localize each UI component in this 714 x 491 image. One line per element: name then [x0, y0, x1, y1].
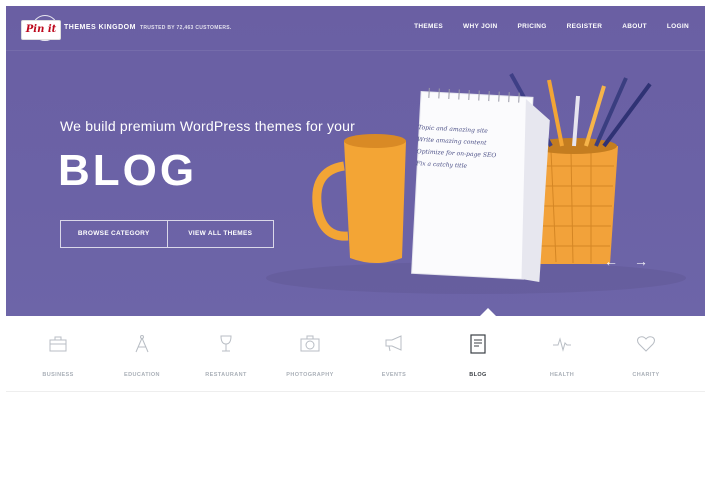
category-label: EDUCATION: [124, 372, 160, 378]
category-bar: BUSINESS EDUCATION RESTAURANT PHOTOGRAPH…: [6, 316, 705, 391]
nav-item-why-join[interactable]: WHY JOIN: [463, 23, 497, 30]
notepad-line: Optimize for on-page SEO: [416, 148, 497, 160]
category-blog[interactable]: BLOG: [436, 316, 520, 391]
category-label: PHOTOGRAPHY: [286, 372, 334, 378]
document-icon: [470, 334, 486, 354]
active-category-pointer: [480, 308, 496, 316]
wine-glass-icon: [220, 335, 232, 352]
heartbeat-icon: [553, 337, 571, 352]
hero-button-group: BROWSE CATEGORY VIEW ALL THEMES: [60, 220, 274, 248]
top-navigation-bar: THEMES KINGDOM TRUSTED BY 72,463 CUSTOME…: [6, 6, 705, 51]
nav-item-pricing[interactable]: PRICING: [517, 23, 546, 30]
category-label: CHARITY: [632, 372, 660, 378]
pinterest-pin-button[interactable]: Pin it: [21, 20, 61, 40]
main-nav: THEMES WHY JOIN PRICING REGISTER ABOUT L…: [414, 23, 689, 30]
category-label: BLOG: [469, 372, 487, 378]
notepad-notes: Topic and amazing site Write amazing con…: [416, 124, 528, 173]
camera-icon: [300, 335, 320, 352]
category-photography[interactable]: PHOTOGRAPHY: [268, 316, 352, 391]
compass-icon: [135, 335, 149, 353]
nav-item-register[interactable]: REGISTER: [567, 23, 603, 30]
megaphone-icon: [385, 335, 402, 352]
category-label: RESTAURANT: [205, 372, 247, 378]
category-education[interactable]: EDUCATION: [100, 316, 184, 391]
category-bar-divider: [6, 391, 705, 392]
hero-headline: We build premium WordPress themes for yo…: [60, 118, 355, 134]
category-charity[interactable]: CHARITY: [604, 316, 688, 391]
category-label: EVENTS: [381, 372, 407, 378]
category-health[interactable]: HEALTH: [520, 316, 604, 391]
brand-tagline: TRUSTED BY 72,463 CUSTOMERS.: [140, 25, 232, 31]
view-all-themes-button[interactable]: VIEW ALL THEMES: [166, 221, 274, 247]
heart-icon: [637, 336, 655, 352]
hero-highlight: BLOG: [58, 146, 198, 195]
briefcase-icon: [49, 336, 67, 352]
category-events[interactable]: EVENTS: [352, 316, 436, 391]
brand-name[interactable]: THEMES KINGDOM: [64, 24, 136, 31]
nav-item-about[interactable]: ABOUT: [622, 23, 647, 30]
category-label: HEALTH: [549, 372, 575, 378]
hero-banner: Topic and amazing site Write amazing con…: [6, 6, 705, 316]
notepad-line: Write amazing content: [417, 136, 487, 147]
category-restaurant[interactable]: RESTAURANT: [184, 316, 268, 391]
browse-category-button[interactable]: BROWSE CATEGORY: [61, 221, 167, 247]
category-business[interactable]: BUSINESS: [16, 316, 100, 391]
nav-item-themes[interactable]: THEMES: [414, 23, 443, 30]
category-label: BUSINESS: [42, 372, 74, 378]
prev-slide-arrow-icon[interactable]: ←: [604, 253, 618, 269]
nav-item-login[interactable]: LOGIN: [667, 23, 689, 30]
next-slide-arrow-icon[interactable]: →: [634, 253, 648, 269]
